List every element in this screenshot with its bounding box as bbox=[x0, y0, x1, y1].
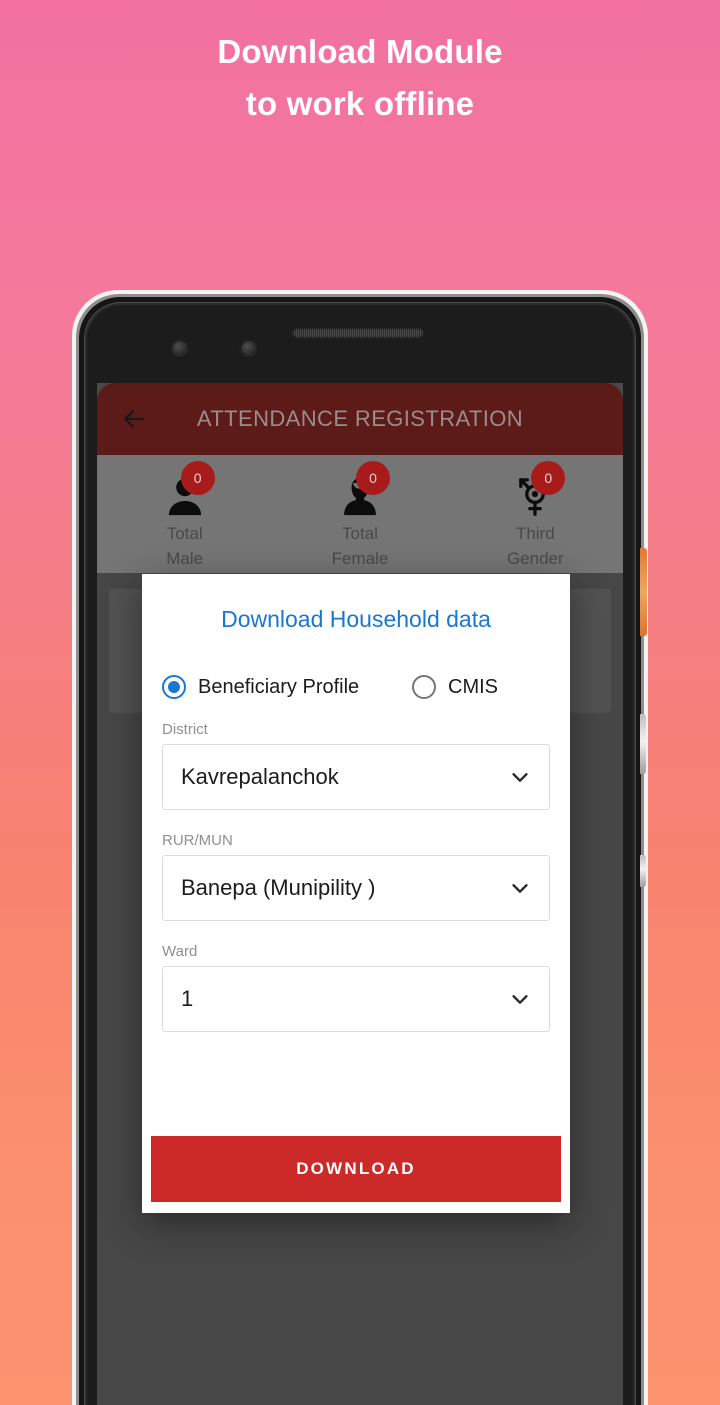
rurmun-value: Banepa (Munipility ) bbox=[181, 875, 376, 900]
stats-strip: 0 Total Male 0 Total Female 0 Third Gend… bbox=[97, 455, 623, 573]
radio-dot bbox=[168, 681, 180, 693]
field-district: District Kavrepalanchok bbox=[142, 721, 570, 810]
status-badge: 0 bbox=[355, 461, 390, 495]
male-person-icon: 0 bbox=[125, 461, 245, 519]
district-value: Kavrepalanchok bbox=[181, 764, 339, 789]
camera-icon bbox=[240, 340, 259, 359]
app-bar: ATTENDANCE REGISTRATION bbox=[97, 383, 623, 455]
radio-beneficiary-profile[interactable]: Beneficiary Profile bbox=[162, 675, 412, 699]
power-button[interactable] bbox=[640, 714, 646, 774]
third-gender-icon: 0 bbox=[475, 461, 595, 519]
stat-total-male[interactable]: 0 Total Male bbox=[125, 461, 245, 569]
female-person-icon: 0 bbox=[300, 461, 420, 519]
download-household-dialog: Download Household data Beneficiary Prof… bbox=[142, 574, 570, 1213]
district-select[interactable]: Kavrepalanchok bbox=[162, 744, 550, 810]
download-button[interactable]: DOWNLOAD bbox=[151, 1136, 561, 1202]
stat-label-line1: Third bbox=[515, 524, 555, 543]
field-label: RUR/MUN bbox=[162, 832, 233, 849]
radio-unselected-icon[interactable] bbox=[412, 675, 436, 699]
status-badge: 0 bbox=[180, 461, 215, 495]
status-badge: 0 bbox=[531, 461, 566, 495]
page-title: ATTENDANCE REGISTRATION bbox=[196, 406, 524, 431]
back-arrow-icon[interactable] bbox=[113, 398, 155, 440]
field-ward: Ward 1 bbox=[142, 943, 570, 1032]
chevron-down-icon bbox=[509, 988, 531, 1010]
chevron-down-icon bbox=[509, 877, 531, 899]
radio-cmis[interactable]: CMIS bbox=[412, 675, 498, 699]
field-label: Ward bbox=[162, 943, 198, 960]
stat-label-line1: Total bbox=[342, 524, 378, 543]
power-button-secondary[interactable] bbox=[640, 855, 646, 887]
promo-headline: Download Module to work offline bbox=[0, 26, 720, 130]
volume-button[interactable] bbox=[640, 548, 647, 636]
chevron-down-icon bbox=[509, 766, 531, 788]
rurmun-select[interactable]: Banepa (Munipility ) bbox=[162, 855, 550, 921]
promo-screenshot: Download Module to work offline ATTENDAN… bbox=[0, 0, 720, 1405]
promo-headline-line-2: to work offline bbox=[245, 85, 475, 122]
stat-label-line1: Total bbox=[166, 524, 203, 543]
speaker-grille-icon bbox=[292, 328, 424, 338]
stat-label-line2: Male bbox=[166, 549, 204, 568]
radio-label: Beneficiary Profile bbox=[198, 675, 360, 698]
data-source-radio-group: Beneficiary Profile CMIS bbox=[142, 633, 570, 699]
radio-label: CMIS bbox=[448, 675, 498, 698]
ward-value: 1 bbox=[181, 986, 194, 1011]
camera-icon bbox=[171, 340, 190, 359]
field-label: District bbox=[162, 721, 208, 738]
stat-label-line2: Gender bbox=[506, 549, 564, 568]
ward-select[interactable]: 1 bbox=[162, 966, 550, 1032]
stat-total-female[interactable]: 0 Total Female bbox=[300, 461, 420, 569]
stat-third-gender[interactable]: 0 Third Gender bbox=[475, 461, 595, 569]
stat-label-line2: Female bbox=[331, 549, 389, 568]
radio-selected-icon[interactable] bbox=[162, 675, 186, 699]
field-rurmun: RUR/MUN Banepa (Munipility ) bbox=[142, 832, 570, 921]
promo-headline-line-1: Download Module bbox=[217, 33, 503, 70]
dialog-title: Download Household data bbox=[221, 606, 491, 632]
